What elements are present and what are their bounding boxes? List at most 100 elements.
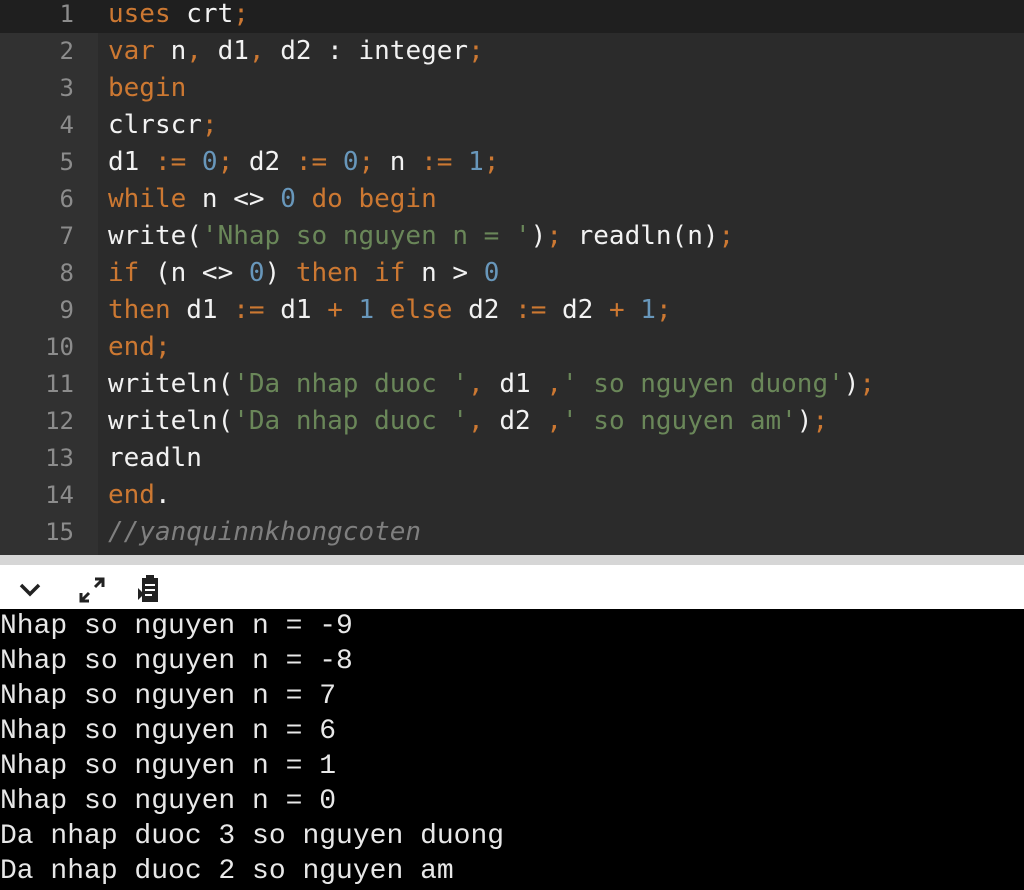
code-token: 0 [186, 147, 218, 177]
console-line: Nhap so nguyen n = -8 [0, 646, 353, 677]
code-token: d1 [108, 147, 155, 177]
code-text: write('Nhap so nguyen n = '); readln(n); [108, 218, 734, 255]
code-line[interactable]: 4 clrscr; [0, 107, 1024, 144]
code-token: ; [812, 406, 829, 436]
console-line: Nhap so nguyen n = 1 [0, 751, 337, 782]
code-token: 'Da nhap duoc ' [233, 406, 469, 436]
line-number: 3 [59, 74, 74, 102]
code-line[interactable]: 1 uses crt; [0, 0, 1024, 33]
code-token: . [154, 480, 171, 510]
line-number: 1 [59, 0, 74, 28]
line-number: 8 [59, 259, 74, 287]
code-token: ; [201, 110, 218, 140]
code-line[interactable]: 9 then d1 := d1 + 1 else d2 := d2 + 1; [0, 292, 1024, 329]
code-token: 1 [624, 295, 656, 325]
code-token: end [108, 332, 155, 362]
code-text: d1 := 0; d2 := 0; n := 1; [108, 144, 499, 181]
code-token: 0 [483, 258, 500, 288]
line-number: 11 [45, 370, 74, 398]
line-number: 7 [59, 222, 74, 250]
code-token: := [295, 147, 328, 177]
code-text: begin [108, 70, 186, 107]
code-token: := [154, 147, 187, 177]
code-token: ; [217, 147, 234, 177]
code-line[interactable]: 15 //yanquinnkhongcoten [0, 514, 1024, 551]
code-text: then d1 := d1 + 1 else d2 := d2 + 1; [108, 292, 672, 329]
code-token: d1 [264, 295, 328, 325]
code-token: end [108, 480, 155, 510]
code-line[interactable]: 7 write('Nhap so nguyen n = '); readln(n)… [0, 218, 1024, 255]
code-line[interactable]: 5 d1 := 0; d2 := 0; n := 1; [0, 144, 1024, 181]
code-line[interactable]: 13 readln [0, 440, 1024, 477]
code-token: , [546, 406, 562, 436]
console-line: Nhap so nguyen n = -9 [0, 611, 353, 642]
code-token: ' so nguyen duong' [561, 369, 844, 399]
code-token: 1 [342, 295, 375, 325]
code-token: 0 [327, 147, 359, 177]
code-token: n [154, 36, 187, 66]
console-line: Nhap so nguyen n = 7 [0, 681, 337, 712]
code-token: := [421, 147, 453, 177]
clipboard-icon[interactable] [130, 571, 170, 609]
code-token: writeln( [108, 406, 234, 436]
code-editor[interactable]: 1 uses crt; 2 var n, d1, d2 : integer; 3 begi… [0, 0, 1024, 555]
code-token: ; [655, 295, 672, 325]
line-number: 14 [45, 481, 74, 509]
expand-icon[interactable] [72, 571, 112, 609]
code-token: readln(n) [561, 221, 719, 251]
code-text: end; [108, 329, 171, 366]
code-token: + [327, 295, 343, 325]
code-token: ) [796, 406, 813, 436]
code-token: ) [264, 258, 281, 288]
code-token: ; [718, 221, 735, 251]
code-token: d2 [546, 295, 609, 325]
line-number: 5 [59, 148, 74, 176]
code-token: writeln( [108, 369, 234, 399]
code-line[interactable]: 2 var n, d1, d2 : integer; [0, 33, 1024, 70]
code-line[interactable]: 8 if (n <> 0) then if n > 0 [0, 255, 1024, 292]
code-token: d1 [483, 369, 547, 399]
code-text: uses crt; [108, 0, 249, 33]
console-output: Nhap so nguyen n = -9 Nhap so nguyen n = … [0, 609, 1024, 890]
code-token: ' so nguyen am' [561, 406, 797, 436]
code-text: clrscr; [108, 107, 218, 144]
code-token: var [108, 36, 155, 66]
code-token: while [108, 184, 187, 214]
code-line[interactable]: 10 end; [0, 329, 1024, 366]
code-token: d2 [233, 147, 296, 177]
code-line[interactable]: 3 begin [0, 70, 1024, 107]
code-token: := [233, 295, 265, 325]
code-token: 'Nhap so nguyen n = ' [201, 221, 531, 251]
code-token: then if [280, 258, 406, 288]
code-text: while n <> 0 do begin [108, 181, 437, 218]
code-token: d2 : integer [264, 36, 469, 66]
code-line[interactable]: 11 writeln('Da nhap duoc ', d1 ,' so nguy… [0, 366, 1024, 403]
code-line[interactable]: 12 writeln('Da nhap duoc ', d2 ,' so nguy… [0, 403, 1024, 440]
chevron-down-icon[interactable] [10, 571, 50, 609]
code-text: readln [108, 440, 202, 477]
line-number: 12 [45, 407, 74, 435]
code-token: d2 [483, 406, 547, 436]
code-token: n [374, 147, 422, 177]
console-line: Da nhap duoc 3 so nguyen duong [0, 821, 505, 852]
code-text: writeln('Da nhap duoc ', d1 ,' so nguyen… [108, 366, 875, 403]
code-token: d2 [452, 295, 516, 325]
code-line[interactable]: 6 while n <> 0 do begin [0, 181, 1024, 218]
code-token: , [248, 36, 265, 66]
code-token: 'Da nhap duoc ' [233, 369, 469, 399]
console-line: Da nhap duoc 2 so nguyen am [0, 856, 454, 887]
console-line: Nhap so nguyen n = 6 [0, 716, 337, 747]
console-line: Nhap so nguyen n = 0 [0, 786, 337, 817]
code-token: ; [358, 147, 375, 177]
code-text: //yanquinnkhongcoten [108, 514, 421, 551]
console-toolbar [0, 555, 1024, 609]
code-token: (n <> [139, 258, 249, 288]
code-token: clrscr [108, 110, 202, 140]
code-token: ; [154, 332, 171, 362]
code-line[interactable]: 14 end. [0, 477, 1024, 514]
code-token: n <> [186, 184, 281, 214]
code-token: readln [108, 443, 202, 473]
line-number: 13 [45, 444, 74, 472]
code-token: d1 [170, 295, 234, 325]
code-text: if (n <> 0) then if n > 0 [108, 255, 499, 292]
